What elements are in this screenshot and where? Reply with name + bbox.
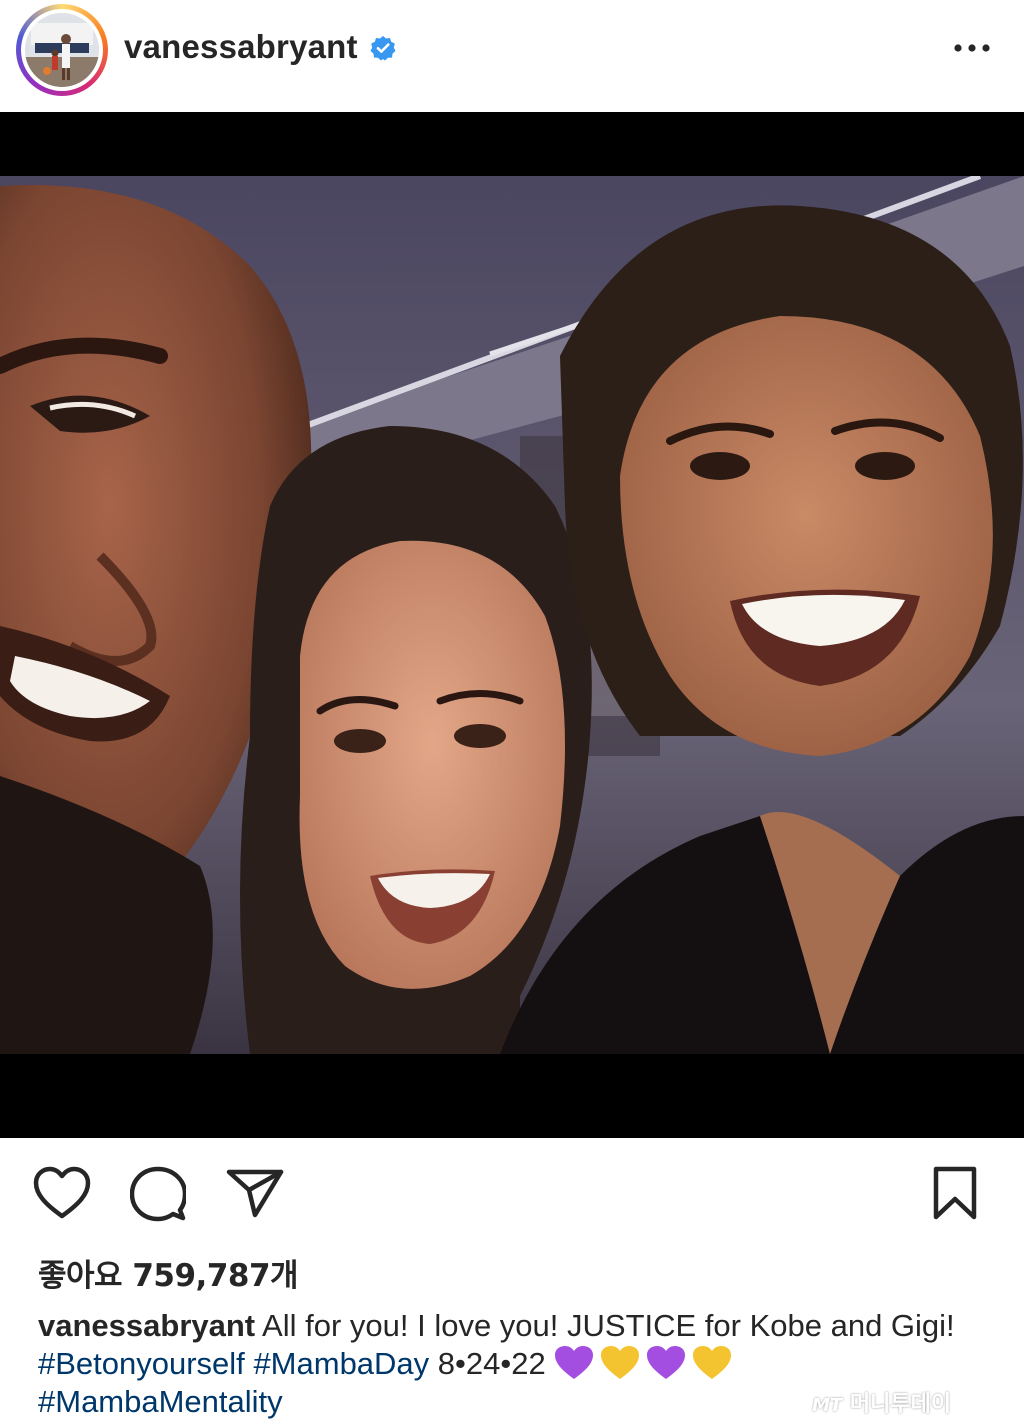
avatar-photo — [25, 13, 99, 87]
verified-badge-icon — [370, 36, 396, 61]
heart-outline-icon[interactable] — [33, 1166, 91, 1220]
hashtag-mambaday[interactable]: #MambaDay — [253, 1346, 429, 1381]
purple-heart-icon — [555, 1346, 594, 1379]
yellow-heart-icon — [601, 1346, 640, 1379]
header-username[interactable]: vanessabryant — [124, 28, 358, 66]
bookmark-outline-icon[interactable] — [932, 1166, 978, 1220]
paper-plane-icon[interactable] — [226, 1168, 284, 1218]
hashtag-mambamentality[interactable]: #MambaMentality — [38, 1384, 283, 1419]
yellow-heart-icon — [693, 1346, 732, 1379]
comment-bubble-icon[interactable] — [130, 1166, 186, 1222]
selfie-photo — [0, 176, 1024, 1054]
post-header: vanessabryant — [0, 0, 1024, 112]
caption-date: 8•24•22 — [429, 1346, 555, 1381]
avatar[interactable] — [16, 4, 108, 96]
caption-text: All for you! I love you! JUSTICE for Kob… — [255, 1308, 955, 1343]
likes-count[interactable]: 좋아요 759,787개 — [38, 1250, 299, 1295]
news-watermark: MT 머니투데이 — [812, 1392, 952, 1417]
purple-heart-icon — [647, 1346, 686, 1379]
caption-username[interactable]: vanessabryant — [38, 1308, 255, 1343]
post-media[interactable] — [0, 112, 1024, 1138]
more-options-icon[interactable] — [952, 36, 992, 60]
instagram-post: vanessabryant 좋아요 759,787개 vanessabryant… — [0, 0, 1024, 1425]
hashtag-betonyourself[interactable]: #Betonyourself — [38, 1346, 245, 1381]
